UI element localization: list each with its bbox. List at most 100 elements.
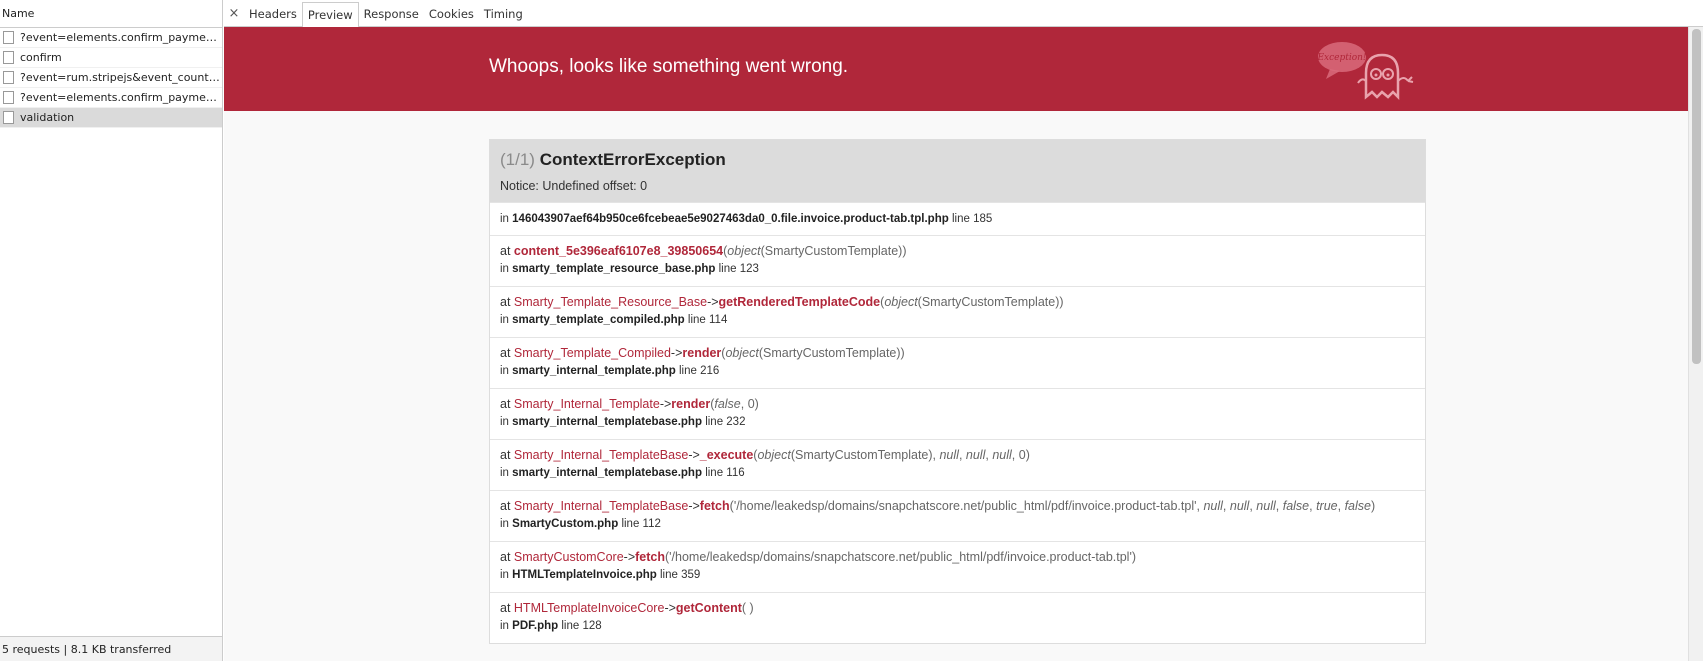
file-name: 146043907aef64b950ce6fcebeae5e9027463da0…: [512, 213, 949, 225]
name-column-header[interactable]: Name: [0, 0, 222, 28]
trace-call: at Smarty_Template_Resource_Base->getRen…: [500, 295, 1064, 309]
trace-frame: at Smarty_Internal_Template->render(fals…: [490, 388, 1425, 439]
trace-class: Smarty_Internal_TemplateBase: [513, 448, 689, 462]
request-row[interactable]: ?event=elements.confirm_payment_in...: [0, 88, 222, 108]
file-name: smarty_internal_templatebase.php: [512, 467, 702, 479]
trace-arguments: (false, 0): [710, 397, 759, 411]
stack-trace: at content_5e396eaf6107e8_39850654(objec…: [490, 235, 1425, 643]
trace-location: in PDF.php line 128: [500, 620, 602, 632]
trace-arguments: ( ): [741, 601, 754, 615]
line-number: line 123: [718, 263, 759, 275]
exception-ghost-logo: Exception!: [1316, 42, 1414, 101]
trace-location: in smarty_internal_templatebase.php line…: [500, 416, 746, 428]
trace-function: render: [671, 397, 711, 411]
file-name: SmartyCustom.php: [512, 518, 619, 530]
trace-location: in smarty_internal_templatebase.php line…: [500, 467, 745, 479]
line-number: line 216: [678, 365, 720, 377]
trace-arrow: ->: [670, 346, 683, 360]
trace-arguments: (object(SmartyCustomTemplate)): [723, 244, 907, 258]
trace-arguments: ('/home/leakedsp/domains/snapchatscore.n…: [665, 550, 1137, 564]
error-heading: Whoops, looks like something went wrong.: [489, 56, 849, 77]
error-banner: Whoops, looks like something went wrong.…: [224, 27, 1688, 111]
trace-class: Smarty_Internal_Template: [513, 397, 660, 411]
request-checkbox[interactable]: [3, 91, 14, 104]
tab-preview[interactable]: Preview: [301, 1, 359, 28]
trace-call: at Smarty_Template_Compiled->render(obje…: [500, 346, 905, 360]
trace-arguments: (object(SmartyCustomTemplate)): [880, 295, 1064, 309]
trace-call: at HTMLTemplateInvoiceCore->getContent( …: [500, 601, 754, 615]
exception-location: in 146043907aef64b950ce6fcebeae5e9027463…: [490, 202, 1425, 235]
trace-call: at content_5e396eaf6107e8_39850654(objec…: [500, 244, 907, 258]
tab-headers[interactable]: Headers: [244, 2, 302, 26]
exception-count: (1/1): [500, 150, 535, 169]
request-list-panel: Name ?event=elements.confirm_payment_in.…: [0, 0, 223, 661]
trace-class: Smarty_Template_Compiled: [513, 346, 671, 360]
line-number: line 128: [561, 620, 602, 632]
trace-arrow: ->: [659, 397, 672, 411]
trace-frame: at Smarty_Template_Resource_Base->getRen…: [490, 286, 1425, 337]
request-row[interactable]: ?event=elements.confirm_payment_in...: [0, 28, 222, 48]
trace-function: getRenderedTemplateCode: [718, 295, 881, 309]
trace-arguments: ('/home/leakedsp/domains/snapchatscore.n…: [729, 499, 1376, 513]
file-name: smarty_internal_template.php: [512, 365, 676, 377]
line-number: line 359: [659, 569, 701, 581]
vertical-scrollbar[interactable]: [1688, 27, 1703, 661]
trace-function: render: [682, 346, 722, 360]
close-icon[interactable]: ×: [224, 6, 244, 21]
trace-arrow: ->: [664, 601, 676, 615]
request-row[interactable]: confirm: [0, 48, 222, 68]
request-checkbox[interactable]: [3, 111, 14, 124]
exception-panel: (1/1) ContextErrorException Notice: Unde…: [489, 139, 1426, 644]
trace-class: Smarty_Template_Resource_Base: [513, 295, 708, 309]
line-number: line 185: [951, 213, 993, 225]
status-bar: 5 requests | 8.1 KB transferred: [0, 636, 222, 661]
trace-frame: at Smarty_Template_Compiled->render(obje…: [490, 337, 1425, 388]
line-number: line 112: [621, 518, 661, 530]
request-checkbox[interactable]: [3, 51, 14, 64]
trace-class: SmartyCustomCore: [513, 550, 624, 564]
logo-text: Exception!: [1316, 53, 1366, 63]
trace-arrow: ->: [688, 448, 700, 462]
file-name: smarty_template_compiled.php: [512, 314, 685, 326]
trace-call: at Smarty_Internal_Template->render(fals…: [500, 397, 759, 411]
trace-location: in smarty_internal_template.php line 216: [500, 365, 720, 377]
exception-title: (1/1) ContextErrorException: [500, 150, 1415, 170]
request-name: confirm: [20, 51, 62, 64]
trace-location: in SmartyCustom.php line 112: [500, 518, 661, 530]
trace-frame: at Smarty_Internal_TemplateBase->_execut…: [490, 439, 1425, 490]
preview-pane: Whoops, looks like something went wrong.…: [224, 27, 1688, 661]
request-row[interactable]: ?event=rum.stripejs&event_count=39...: [0, 68, 222, 88]
request-row[interactable]: validation: [0, 108, 222, 128]
trace-call: at Smarty_Internal_TemplateBase->fetch('…: [500, 499, 1376, 513]
line-number: line 232: [705, 416, 746, 428]
tab-cookies[interactable]: Cookies: [424, 2, 479, 26]
trace-frame: at SmartyCustomCore->fetch('/home/leaked…: [490, 541, 1425, 592]
request-checkbox[interactable]: [3, 31, 14, 44]
trace-arguments: (object(SmartyCustomTemplate)): [721, 346, 905, 360]
scrollbar-thumb[interactable]: [1692, 29, 1701, 364]
in-label: in: [500, 213, 509, 225]
exception-class: ContextErrorException: [539, 150, 726, 169]
trace-frame: at HTMLTemplateInvoiceCore->getContent( …: [490, 592, 1425, 643]
request-checkbox[interactable]: [3, 71, 14, 84]
trace-location: in smarty_template_compiled.php line 114: [500, 314, 728, 326]
line-number: line 116: [705, 467, 745, 479]
detail-tab-bar: × Headers Preview Response Cookies Timing: [224, 0, 1703, 28]
trace-location: in HTMLTemplateInvoice.php line 359: [500, 569, 701, 581]
trace-call: at SmartyCustomCore->fetch('/home/leaked…: [500, 550, 1137, 564]
trace-call: at Smarty_Internal_TemplateBase->_execut…: [500, 448, 1030, 462]
tab-timing[interactable]: Timing: [479, 2, 528, 26]
trace-arrow: ->: [688, 499, 700, 513]
trace-location: in smarty_template_resource_base.php lin…: [500, 263, 759, 275]
request-name: ?event=rum.stripejs&event_count=39...: [20, 71, 220, 84]
request-name: ?event=elements.confirm_payment_in...: [20, 31, 220, 44]
tab-response[interactable]: Response: [359, 2, 424, 26]
trace-function: getContent: [675, 601, 742, 615]
trace-function: fetch: [699, 499, 730, 513]
file-name: smarty_template_resource_base.php: [512, 263, 716, 275]
tabs: Headers Preview Response Cookies Timing: [244, 0, 528, 28]
trace-function: _execute: [699, 448, 754, 462]
trace-function: content_5e396eaf6107e8_39850654: [513, 244, 724, 258]
request-name: ?event=elements.confirm_payment_in...: [20, 91, 220, 104]
request-name: validation: [20, 111, 75, 124]
